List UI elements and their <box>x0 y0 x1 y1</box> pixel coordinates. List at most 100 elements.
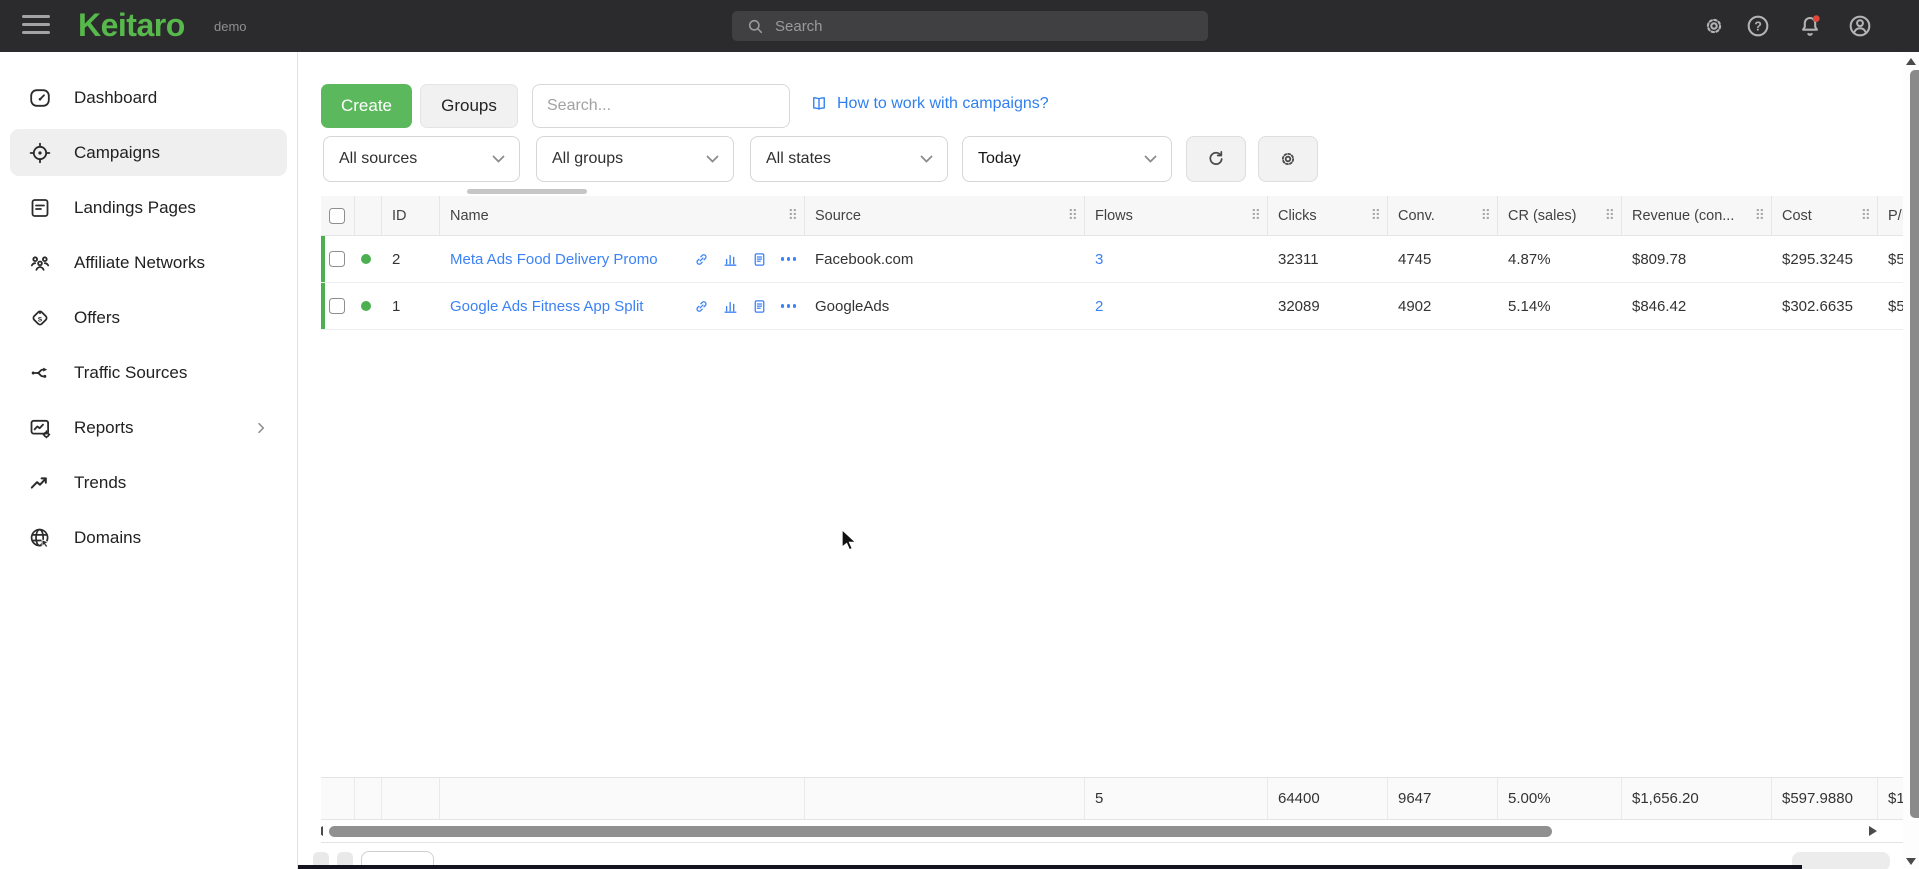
sources-filter-select[interactable]: All sources <box>323 136 520 182</box>
help-icon[interactable]: ? <box>1745 13 1771 39</box>
sidebar-item-landings-pages[interactable]: Landings Pages <box>10 184 287 231</box>
page-vertical-scrollbar <box>1903 52 1919 869</box>
scroll-up-arrow[interactable] <box>1906 58 1916 65</box>
create-button[interactable]: Create <box>321 84 412 128</box>
row-cr-cell: 4.87% <box>1498 236 1622 282</box>
menu-toggle-icon[interactable] <box>22 15 52 37</box>
campaign-search-input[interactable] <box>532 84 790 128</box>
row-id-cell: 1 <box>382 283 440 329</box>
scroll-down-arrow[interactable] <box>1906 858 1916 865</box>
table-header-row: ID Name⠿ Source⠿ Flows⠿ Clicks⠿ Conv.⠿ C… <box>321 196 1911 236</box>
campaign-stats-icon[interactable] <box>722 298 739 315</box>
status-dot <box>361 301 371 311</box>
row-checkbox[interactable] <box>329 251 345 267</box>
horizontal-scrollbar-thumb[interactable] <box>329 826 1552 837</box>
column-drag-handle-icon[interactable]: ⠿ <box>1481 208 1491 224</box>
row-status-cell <box>355 236 382 282</box>
groups-button[interactable]: Groups <box>420 84 518 128</box>
row-clicks-cell: 32311 <box>1268 236 1388 282</box>
account-icon[interactable] <box>1847 13 1873 39</box>
column-drag-handle-icon[interactable]: ⠿ <box>1755 208 1765 224</box>
app-logo[interactable]: Keitaro <box>78 7 185 44</box>
sidebar: Dashboard Campaigns Landings Pages Affil… <box>0 52 298 869</box>
sidebar-item-dashboard[interactable]: Dashboard <box>10 74 287 121</box>
scroll-left-arrow[interactable] <box>321 826 323 836</box>
sidebar-item-label: Domains <box>74 528 141 548</box>
sidebar-item-reports[interactable]: Reports <box>10 404 287 451</box>
column-drag-handle-icon[interactable]: ⠿ <box>1068 208 1078 224</box>
status-column-header[interactable] <box>355 196 382 235</box>
flows-count-link[interactable]: 3 <box>1095 251 1103 268</box>
sidebar-item-trends[interactable]: Trends <box>10 459 287 506</box>
column-drag-handle-icon[interactable]: ⠿ <box>1861 208 1871 224</box>
row-cost-cell: $302.6635 <box>1772 283 1878 329</box>
column-drag-handle-icon[interactable]: ⠿ <box>1605 208 1615 224</box>
search-icon <box>746 17 765 36</box>
row-active-bar <box>321 283 325 329</box>
name-column-header[interactable]: Name⠿ <box>440 196 805 235</box>
vertical-scrollbar-thumb[interactable] <box>1910 70 1919 818</box>
flows-column-header[interactable]: Flows⠿ <box>1085 196 1268 235</box>
sidebar-item-campaigns[interactable]: Campaigns <box>10 129 287 176</box>
states-filter-select[interactable]: All states <box>750 136 948 182</box>
table-top-scrollbar-thumb[interactable] <box>467 189 587 194</box>
scroll-right-arrow[interactable] <box>1869 826 1877 836</box>
column-drag-handle-icon[interactable]: ⠿ <box>788 208 798 224</box>
campaign-name-link[interactable]: Meta Ads Food Delivery Promo <box>450 251 658 268</box>
gear-icon <box>1277 148 1299 170</box>
pagination-right-button[interactable] <box>1792 852 1890 869</box>
chevron-down-icon <box>1144 155 1157 164</box>
campaign-name-link[interactable]: Google Ads Fitness App Split <box>450 298 643 315</box>
row-clicks-cell: 32089 <box>1268 283 1388 329</box>
global-search-input[interactable] <box>775 18 1175 35</box>
refresh-icon <box>1205 148 1227 170</box>
groups-filter-value: All groups <box>552 150 623 168</box>
revenue-column-header[interactable]: Revenue (con...⠿ <box>1622 196 1772 235</box>
trend-arrow-icon <box>28 471 52 495</box>
clicks-column-header[interactable]: Clicks⠿ <box>1268 196 1388 235</box>
table-settings-button[interactable] <box>1258 136 1318 182</box>
campaign-note-icon[interactable] <box>751 298 768 315</box>
sidebar-item-traffic-sources[interactable]: Traffic Sources <box>10 349 287 396</box>
row-checkbox[interactable] <box>329 298 345 314</box>
settings-gear-icon[interactable] <box>1701 13 1727 39</box>
campaign-link-icon[interactable] <box>693 298 710 315</box>
sidebar-item-domains[interactable]: Domains <box>10 514 287 561</box>
more-actions-icon[interactable] <box>780 301 798 311</box>
sidebar-item-label: Traffic Sources <box>74 363 187 383</box>
book-icon <box>810 95 828 113</box>
conv-column-header[interactable]: Conv.⠿ <box>1388 196 1498 235</box>
row-status-cell <box>355 283 382 329</box>
column-drag-handle-icon[interactable]: ⠿ <box>1371 208 1381 224</box>
globe-cursor-icon <box>28 526 52 550</box>
sidebar-item-label: Reports <box>74 418 134 438</box>
affiliate-people-icon <box>28 251 52 275</box>
source-column-header[interactable]: Source⠿ <box>805 196 1085 235</box>
groups-filter-select[interactable]: All groups <box>536 136 734 182</box>
table-horizontal-scrollbar <box>321 820 1890 843</box>
cr-column-header[interactable]: CR (sales)⠿ <box>1498 196 1622 235</box>
more-actions-icon[interactable] <box>780 254 798 264</box>
row-cost-cell: $295.3245 <box>1772 236 1878 282</box>
campaign-note-icon[interactable] <box>751 251 768 268</box>
campaigns-table: ID Name⠿ Source⠿ Flows⠿ Clicks⠿ Conv.⠿ C… <box>321 196 1911 843</box>
flows-count-link[interactable]: 2 <box>1095 298 1103 315</box>
row-conv-cell: 4745 <box>1388 236 1498 282</box>
select-all-cell <box>321 196 355 235</box>
select-all-checkbox[interactable] <box>329 208 345 224</box>
main-content: Create Groups How to work with campaigns… <box>298 52 1919 869</box>
dashboard-gauge-icon <box>28 86 52 110</box>
id-column-header[interactable]: ID <box>382 196 440 235</box>
row-source-cell: GoogleAds <box>805 283 1085 329</box>
notifications-bell-icon[interactable] <box>1797 13 1823 39</box>
sidebar-item-offers[interactable]: s Offers <box>10 294 287 341</box>
help-campaigns-link[interactable]: How to work with campaigns? <box>810 95 1049 113</box>
sidebar-item-affiliate-networks[interactable]: Affiliate Networks <box>10 239 287 286</box>
column-drag-handle-icon[interactable]: ⠿ <box>1251 208 1261 224</box>
campaign-stats-icon[interactable] <box>722 251 739 268</box>
campaign-link-icon[interactable] <box>693 251 710 268</box>
date-range-select[interactable]: Today <box>962 136 1172 182</box>
refresh-button[interactable] <box>1186 136 1246 182</box>
cost-column-header[interactable]: Cost⠿ <box>1772 196 1878 235</box>
global-search[interactable] <box>732 11 1208 41</box>
